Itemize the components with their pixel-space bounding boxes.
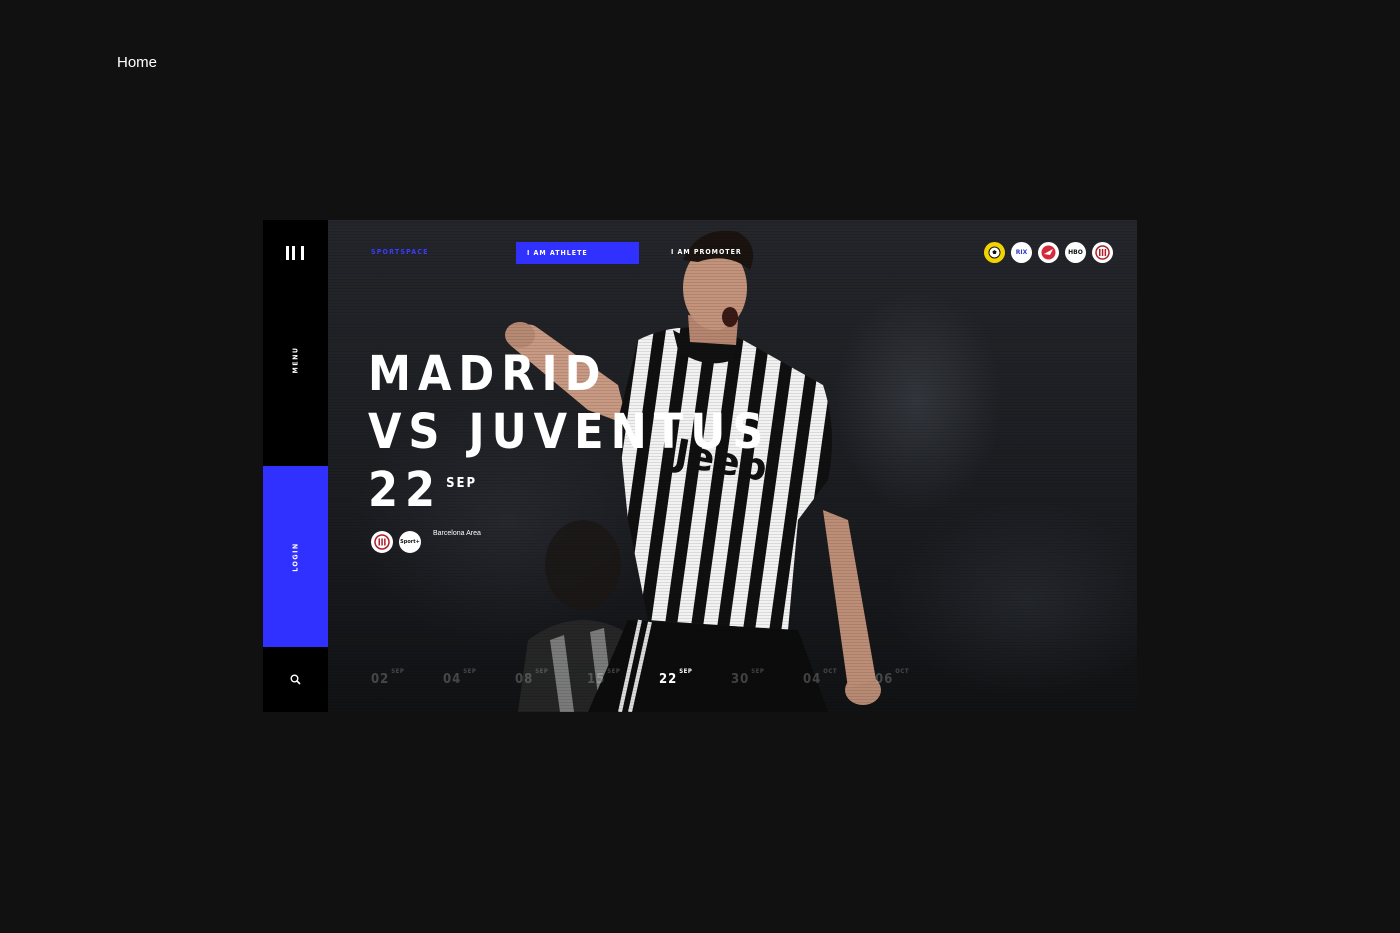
partner-badge-hbo[interactable]: HBO <box>1065 242 1086 263</box>
date-item[interactable]: 02SEP <box>371 668 443 687</box>
side-rail: MENU LOGIN <box>263 220 328 712</box>
login-label: LOGIN <box>291 541 300 572</box>
date-item[interactable]: 22SEP <box>659 668 731 687</box>
date-month: SEP <box>751 668 765 675</box>
date-month: SEP <box>607 668 621 675</box>
hero-image: Jeep SPORTSPACE I AM ATHLETE I AM PROMOT… <box>328 220 1137 712</box>
sponsor-sportplus-label: Sport+ <box>400 539 420 545</box>
date-day: 08 <box>515 672 534 687</box>
nav-promoter-link[interactable]: I AM PROMOTER <box>671 248 742 256</box>
partner-badge-crest-icon[interactable] <box>1092 242 1113 263</box>
date-item[interactable]: 15SEP <box>587 668 659 687</box>
bars-logo-icon[interactable] <box>285 246 305 260</box>
date-day: 04 <box>803 672 822 687</box>
event-location: Barcelona Area <box>433 530 481 537</box>
login-button[interactable]: LOGIN <box>263 466 328 647</box>
date-item[interactable]: 04SEP <box>443 668 515 687</box>
date-item[interactable]: 04OCT <box>803 668 875 687</box>
date-day: 15 <box>587 672 606 687</box>
search-icon <box>290 674 301 685</box>
menu-button[interactable]: MENU <box>263 330 328 390</box>
date-month: SEP <box>535 668 549 675</box>
date-item[interactable]: 30SEP <box>731 668 803 687</box>
date-item[interactable]: 06OCT <box>875 668 947 687</box>
page-title: Home <box>117 54 158 71</box>
nav-athlete-button[interactable]: I AM ATHLETE <box>516 242 639 264</box>
partner-badge-rix-label: RIX <box>1015 249 1028 256</box>
date-month: OCT <box>895 668 910 675</box>
date-day: 02 <box>371 672 390 687</box>
event-day: 22 <box>368 462 443 518</box>
date-day: 22 <box>659 672 678 687</box>
date-item[interactable]: 08SEP <box>515 668 587 687</box>
event-title-line2: VS JUVENTUS <box>368 404 771 460</box>
hero-frame: MENU LOGIN Jeep SPORTSPACE I AM ATHLETE … <box>263 220 1137 712</box>
event-month: SEP <box>446 476 478 491</box>
date-month: SEP <box>463 668 477 675</box>
date-strip: 02SEP 04SEP 08SEP 15SEP 22SEP 30SEP 04OCT 06OCT <box>371 668 947 687</box>
event-sponsors: Sport+ <box>371 531 421 553</box>
search-button[interactable] <box>263 647 328 712</box>
partner-badge-hbo-label: HBO <box>1068 249 1083 256</box>
date-month: SEP <box>391 668 405 675</box>
partner-badge-soccer-icon[interactable] <box>984 242 1005 263</box>
date-month: SEP <box>679 668 693 675</box>
sponsor-crest-icon[interactable] <box>371 531 393 553</box>
date-month: OCT <box>823 668 838 675</box>
partner-badge-rix[interactable]: RIX <box>1011 242 1032 263</box>
event-title: MADRID VS JUVENTUS 22 SEP <box>368 345 770 519</box>
date-day: 04 <box>443 672 462 687</box>
date-day: 30 <box>731 672 750 687</box>
nav-brand-link[interactable]: SPORTSPACE <box>371 248 429 256</box>
menu-label: MENU <box>291 346 300 374</box>
date-day: 06 <box>875 672 894 687</box>
sponsor-sportplus[interactable]: Sport+ <box>399 531 421 553</box>
event-title-line1: MADRID <box>368 346 608 402</box>
partner-badge-eagle-icon[interactable] <box>1038 242 1059 263</box>
event-date: 22 SEP <box>368 461 770 519</box>
partner-badges: RIX HBO <box>984 242 1113 263</box>
